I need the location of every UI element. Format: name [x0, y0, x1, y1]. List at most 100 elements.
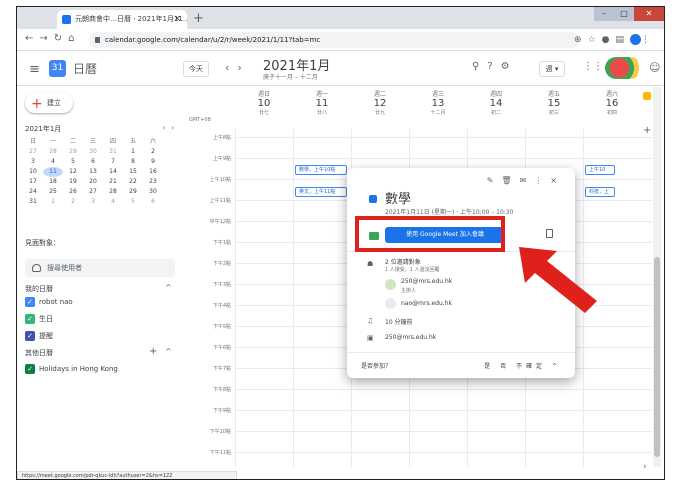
mini-day[interactable]: 19 [63, 177, 83, 187]
expand-panel-icon[interactable]: › [643, 462, 647, 472]
delete-icon[interactable]: 🗑 [501, 176, 519, 185]
day-date[interactable]: 14 [467, 98, 525, 109]
copy-icon[interactable] [546, 229, 553, 238]
account-icon[interactable]: ☺ [649, 61, 660, 74]
calendar-list-item[interactable]: ✓ 生日 [25, 314, 53, 324]
day-header[interactable]: 週三 13 十二月 [409, 87, 467, 129]
next-week-button[interactable]: › [237, 61, 249, 74]
mini-day[interactable]: 10 [23, 167, 43, 177]
close-icon[interactable]: × [550, 176, 565, 185]
calendar-event[interactable]: 科技，上 [585, 187, 615, 197]
view-selector[interactable]: 週 ▾ [539, 61, 565, 77]
tab-close-icon[interactable]: × [173, 10, 181, 29]
day-header[interactable]: 週一 11 廿八 [293, 87, 351, 129]
mini-day[interactable]: 16 [143, 167, 163, 177]
mini-day[interactable]: 25 [43, 187, 63, 197]
mini-day[interactable]: 17 [23, 177, 43, 187]
mini-day[interactable]: 3 [83, 197, 103, 207]
mini-day[interactable]: 27 [23, 147, 43, 157]
new-tab-button[interactable]: + [193, 11, 204, 26]
week-nav-arrows[interactable]: ‹› [225, 61, 250, 74]
day-date[interactable]: 15 [525, 98, 583, 109]
calendar-list-item[interactable]: ✓ robot nao [25, 297, 73, 307]
browser-tab[interactable]: 元朗商會中…日曆 · 2021年1月11… × [57, 10, 187, 29]
scrollbar-thumb[interactable] [654, 257, 660, 457]
mini-day[interactable]: 24 [23, 187, 43, 197]
mini-day[interactable]: 23 [143, 177, 163, 187]
calendar-list-item[interactable]: ✓ Holidays in Hong Kong [25, 364, 118, 374]
mini-day[interactable]: 1 [123, 147, 143, 157]
mini-day[interactable]: 30 [83, 147, 103, 157]
mini-day[interactable]: 21 [103, 177, 123, 187]
extension-icons[interactable]: ⊕☆●▤ ⋮ [574, 34, 656, 45]
chevron-up-icon[interactable]: ^ [165, 283, 172, 292]
mini-day[interactable]: 14 [103, 167, 123, 177]
rsvp-no-button[interactable]: 否 [500, 363, 510, 370]
main-menu-icon[interactable]: ≡ [29, 62, 40, 77]
mini-day[interactable]: 13 [83, 167, 103, 177]
header-icons[interactable]: ⚲?⚙ [472, 61, 518, 72]
mini-day[interactable]: 31 [23, 197, 43, 207]
mini-day[interactable]: 4 [103, 197, 123, 207]
search-people-input[interactable]: 搜尋使用者 [25, 259, 175, 277]
calendar-event[interactable]: 英文，上午11點 [295, 187, 347, 197]
mini-day[interactable]: 1 [43, 197, 63, 207]
mini-day[interactable]: 27 [83, 187, 103, 197]
maximize-button[interactable]: □ [614, 7, 634, 21]
mini-day[interactable]: 6 [83, 157, 103, 167]
apps-grid-icon[interactable]: ⋮⋮ [583, 61, 603, 72]
mini-day[interactable]: 3 [23, 157, 43, 167]
mini-day[interactable]: 29 [63, 147, 83, 157]
mini-day[interactable]: 22 [123, 177, 143, 187]
mini-day[interactable]: 29 [123, 187, 143, 197]
mini-day[interactable]: 11 [43, 167, 63, 177]
mini-day[interactable]: 28 [43, 147, 63, 157]
rsvp-maybe-button[interactable]: 不確定 [516, 363, 546, 370]
day-header[interactable]: 週五 15 初三 [525, 87, 583, 129]
mini-day[interactable]: 20 [83, 177, 103, 187]
add-addon-icon[interactable]: + [643, 125, 651, 136]
minimize-button[interactable]: – [594, 7, 614, 21]
day-header[interactable]: 週六 16 初四 [583, 87, 641, 129]
day-header[interactable]: 週二 12 廿九 [351, 87, 409, 129]
my-calendars-heading[interactable]: 我的日曆 [25, 284, 53, 294]
popup-actions[interactable]: ✎🗑✉⋮× [487, 176, 565, 185]
mini-day[interactable]: 8 [123, 157, 143, 167]
keep-icon[interactable] [643, 92, 651, 100]
day-header[interactable]: 週日 10 廿七 [235, 87, 293, 129]
checkbox-icon[interactable]: ✓ [25, 314, 35, 324]
gear-icon[interactable]: ⚙ [501, 61, 518, 72]
calendar-list-item[interactable]: ✓ 提醒 [25, 331, 53, 341]
rsvp-yes-button[interactable]: 是 [484, 363, 494, 370]
mini-day[interactable]: 18 [43, 177, 63, 187]
mini-day[interactable]: 26 [63, 187, 83, 197]
day-date[interactable]: 11 [293, 98, 351, 109]
guest-email[interactable]: nao@mrs.edu.hk [401, 300, 452, 307]
mini-day[interactable]: 28 [103, 187, 123, 197]
mini-day[interactable]: 30 [143, 187, 163, 197]
mini-nav-arrows[interactable]: ‹› [162, 124, 180, 132]
prev-week-button[interactable]: ‹ [225, 61, 237, 74]
mini-day[interactable]: 15 [123, 167, 143, 177]
more-icon[interactable]: ⋮ [534, 176, 550, 185]
mini-day[interactable]: 4 [43, 157, 63, 167]
mini-day[interactable]: 5 [63, 157, 83, 167]
close-window-button[interactable]: ✕ [634, 7, 664, 21]
profile-icon[interactable] [630, 34, 641, 45]
address-bar[interactable]: calendar.google.com/calendar/u/2/r/week/… [89, 32, 579, 48]
other-calendars-heading[interactable]: 其他日曆 [25, 348, 53, 358]
day-date[interactable]: 13 [409, 98, 467, 109]
rsvp-expand-icon[interactable]: ^ [552, 363, 561, 370]
create-button[interactable]: + 建立 [25, 93, 73, 113]
add-calendar-icon[interactable]: + [149, 346, 157, 357]
mini-day[interactable]: 6 [143, 197, 163, 207]
mini-day[interactable]: 7 [103, 157, 123, 167]
day-date[interactable]: 12 [351, 98, 409, 109]
org-logo[interactable] [605, 57, 641, 79]
calendar-event[interactable]: 上午10 [585, 165, 615, 175]
mini-day[interactable]: 31 [103, 147, 123, 157]
help-icon[interactable]: ? [487, 61, 500, 72]
day-header[interactable]: 週四 14 初二 [467, 87, 525, 129]
checkbox-icon[interactable]: ✓ [25, 331, 35, 341]
search-icon[interactable]: ⚲ [472, 61, 487, 72]
